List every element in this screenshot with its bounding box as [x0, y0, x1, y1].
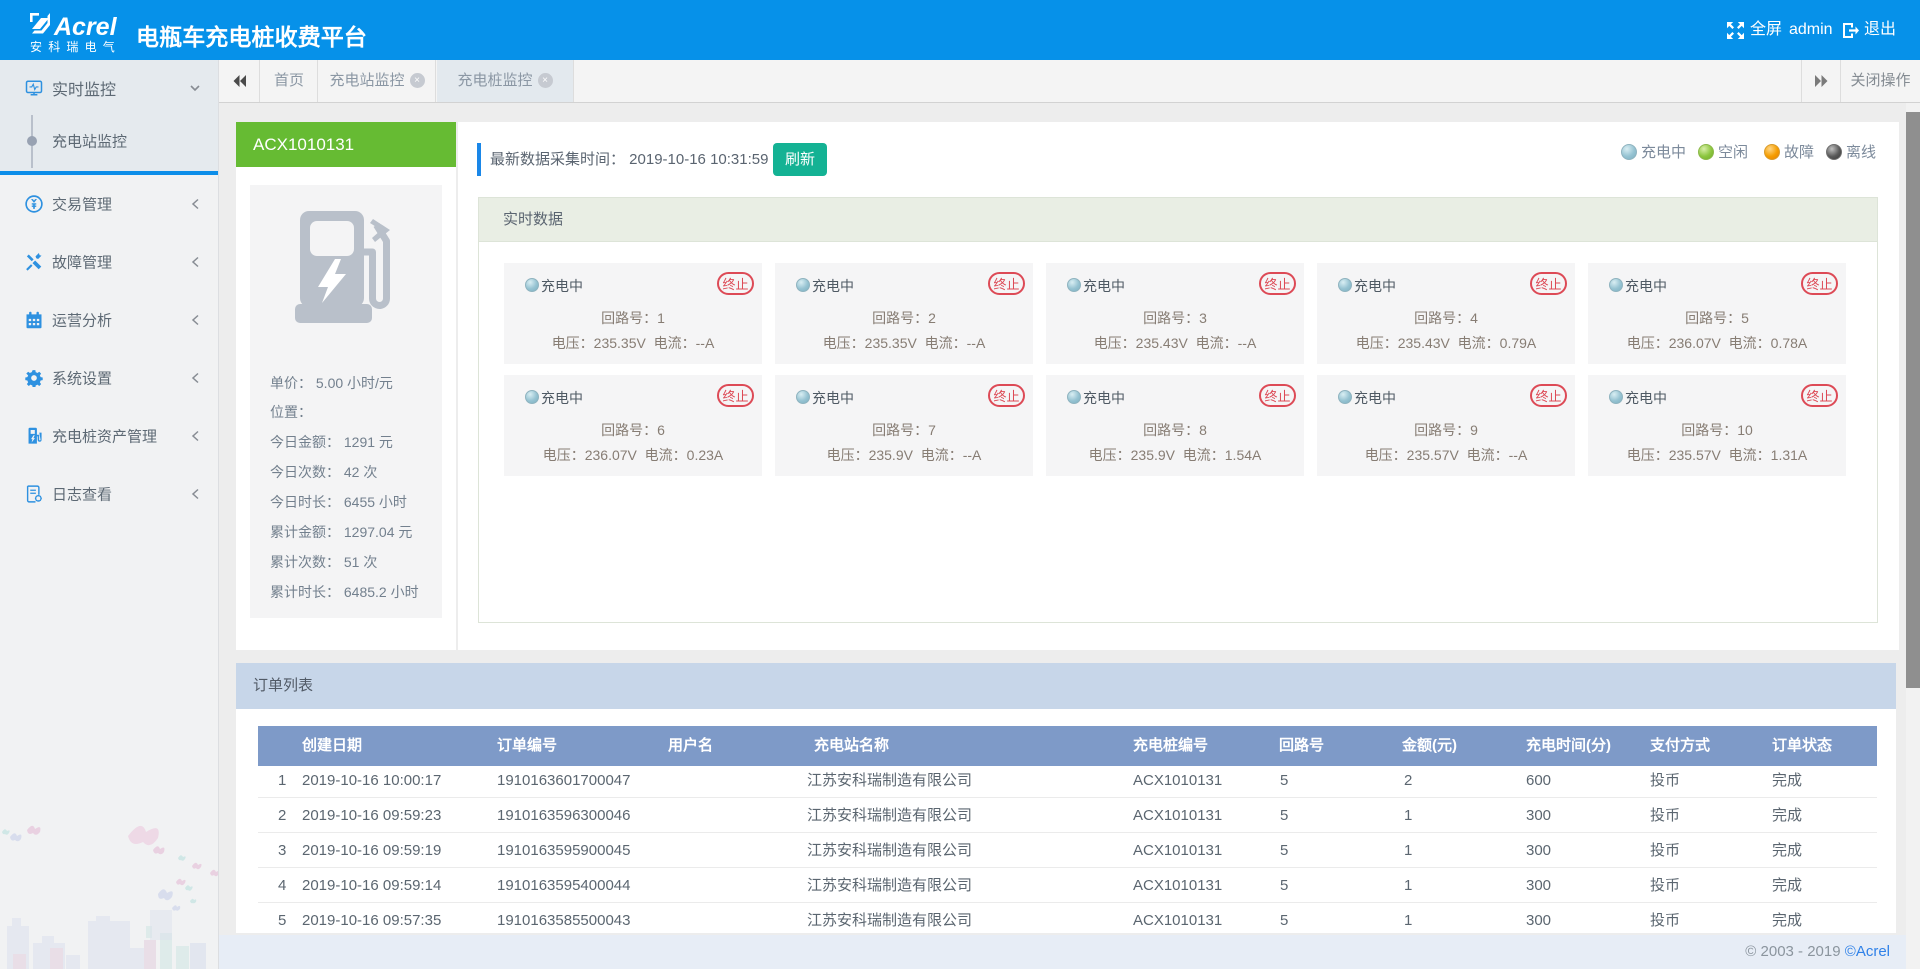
svg-text:Acrel: Acrel — [53, 13, 118, 41]
svg-text:安科瑞电气: 安科瑞电气 — [30, 39, 121, 53]
